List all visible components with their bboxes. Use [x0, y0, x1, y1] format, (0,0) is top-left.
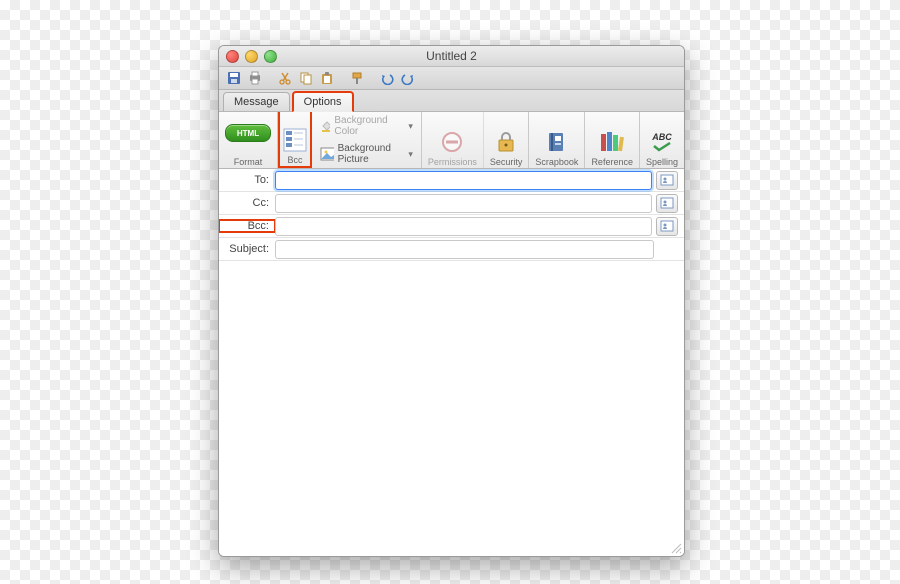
- address-book-icon: [660, 174, 674, 186]
- undo-icon[interactable]: [378, 70, 396, 87]
- format-label: Format: [234, 157, 263, 167]
- background-picture-button[interactable]: Background Picture ▾: [320, 142, 413, 166]
- scrapbook-button[interactable]: Scrapbook: [529, 112, 585, 168]
- zoom-window-button[interactable]: [264, 50, 277, 63]
- bcc-toggle-button[interactable]: Bcc: [278, 112, 312, 168]
- format-group[interactable]: HTML Format: [219, 112, 278, 168]
- cut-icon[interactable]: [276, 70, 294, 87]
- tab-message[interactable]: Message: [223, 92, 290, 111]
- save-icon[interactable]: [225, 70, 243, 87]
- html-pill: HTML: [225, 124, 271, 142]
- bcc-label: Bcc:: [219, 220, 275, 232]
- bcc-label: Bcc: [287, 155, 302, 165]
- chevron-down-icon: ▾: [408, 121, 413, 132]
- tab-options[interactable]: Options: [292, 91, 354, 112]
- background-group: Background Color ▾ Background Picture ▾: [312, 112, 422, 168]
- to-label: To:: [219, 174, 275, 186]
- spelling-button[interactable]: ABC Spelling: [640, 112, 684, 168]
- paste-icon[interactable]: [318, 70, 336, 87]
- spellcheck-icon: ABC: [648, 128, 676, 156]
- cc-label: Cc:: [219, 197, 275, 209]
- print-icon[interactable]: [246, 70, 264, 87]
- ribbon-options: HTML Format Bcc Background Color ▾ Backg…: [219, 112, 684, 169]
- no-entry-icon: [438, 128, 466, 156]
- resize-grip-icon[interactable]: [670, 542, 682, 554]
- quick-access-toolbar: [219, 67, 684, 90]
- bcc-contacts-button[interactable]: [656, 217, 678, 236]
- subject-label: Subject:: [219, 243, 275, 255]
- cc-contacts-button[interactable]: [656, 194, 678, 213]
- reference-button[interactable]: Reference: [585, 112, 640, 168]
- redo-icon[interactable]: [399, 70, 417, 87]
- minimize-window-button[interactable]: [245, 50, 258, 63]
- window-title: Untitled 2: [219, 49, 684, 63]
- lock-icon: [492, 128, 520, 156]
- format-painter-icon[interactable]: [348, 70, 366, 87]
- cc-input[interactable]: [275, 194, 652, 213]
- security-button[interactable]: Security: [484, 112, 530, 168]
- message-body[interactable]: [219, 261, 684, 556]
- picture-icon: [320, 147, 334, 161]
- paint-bucket-icon: [320, 120, 330, 132]
- compose-window: Untitled 2 Message Op: [218, 45, 685, 557]
- to-contacts-button[interactable]: [656, 171, 678, 190]
- to-input[interactable]: [275, 171, 652, 190]
- background-color-button[interactable]: Background Color ▾: [320, 114, 413, 138]
- close-window-button[interactable]: [226, 50, 239, 63]
- address-header: To: Cc: Bcc: Subject:: [219, 169, 684, 261]
- scrapbook-icon: [543, 128, 571, 156]
- books-icon: [598, 128, 626, 156]
- bcc-icon: [281, 126, 309, 154]
- copy-icon[interactable]: [297, 70, 315, 87]
- subject-input[interactable]: [275, 240, 654, 259]
- bcc-input[interactable]: [275, 217, 652, 236]
- titlebar: Untitled 2: [219, 46, 684, 67]
- chevron-down-icon: ▾: [408, 149, 413, 160]
- ribbon-tabs: Message Options: [219, 90, 684, 112]
- permissions-button[interactable]: Permissions: [422, 112, 484, 168]
